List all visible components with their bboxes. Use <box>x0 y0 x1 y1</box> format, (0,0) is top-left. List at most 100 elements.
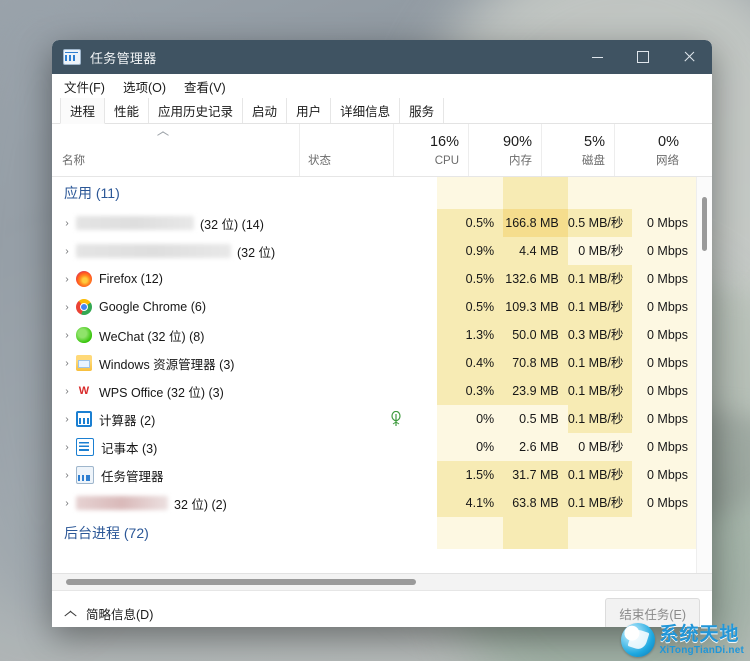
footer-bar: 简略信息(D) 结束任务(E) <box>52 590 712 627</box>
chevron-right-icon[interactable]: › <box>58 329 76 341</box>
process-group-background[interactable]: 后台进程 (72) <box>52 517 697 549</box>
table-row[interactable]: › Firefox (12) 0.5% 132.6 MB 0.1 MB/秒 0 Mbps <box>52 265 697 293</box>
minimize-button[interactable] <box>574 40 620 74</box>
network-cell: 0 Mbps <box>632 349 697 377</box>
table-row[interactable]: › 计算器 (2) 0% 0.5 MB 0.1 MB/秒 0 Mbps <box>52 405 697 433</box>
disk-total-percent: 5% <box>584 134 605 150</box>
close-button[interactable] <box>666 40 712 74</box>
maximize-icon <box>637 51 649 63</box>
process-name-label: 计算器 (2) <box>99 413 156 428</box>
table-row[interactable]: › Google Chrome (6) 0.5% 109.3 MB 0.1 MB/秒 0 … <box>52 293 697 321</box>
memory-total-percent: 90% <box>502 134 532 150</box>
vertical-scrollbar-thumb[interactable] <box>702 197 707 251</box>
process-name-cell[interactable]: › Google Chrome (6) <box>52 299 355 315</box>
tab-3[interactable]: 启动 <box>243 98 288 123</box>
vertical-scrollbar[interactable] <box>696 177 712 573</box>
table-row[interactable]: › W WPS Office (32 位) (3) 0.3% 23.9 MB 0.1 MB… <box>52 377 697 405</box>
cpu-cell: 1.5% <box>436 461 504 489</box>
process-name-cell[interactable]: › Windows 资源管理器 (3) <box>52 354 355 373</box>
process-name-label: WPS Office (32 位) (3) <box>99 385 224 400</box>
process-status-cell <box>355 410 437 427</box>
watermark-en: XiTongTianDi.net <box>659 644 744 656</box>
tab-1[interactable]: 性能 <box>105 98 150 123</box>
column-headers: 名称 状态 16% CPU 90% 内存 5% 磁盘 0% 网络 <box>52 124 712 177</box>
column-header-cpu[interactable]: 16% CPU <box>394 124 469 176</box>
disk-cell: 0.1 MB/秒 <box>567 349 633 377</box>
process-name-cell[interactable]: › 任务管理器 <box>52 466 355 485</box>
tab-4[interactable]: 用户 <box>287 98 332 123</box>
memory-cell: 0.5 MB <box>503 405 568 433</box>
network-cell: 0 Mbps <box>632 265 697 293</box>
column-label-disk: 磁盘 <box>582 154 605 167</box>
network-cell: 0 Mbps <box>632 489 697 517</box>
process-name-cell[interactable]: › (32 位) (14) <box>52 214 355 233</box>
chevron-right-icon[interactable]: › <box>58 273 76 285</box>
chevron-right-icon[interactable]: › <box>58 301 76 313</box>
column-label-network: 网络 <box>656 154 679 167</box>
chevron-right-icon[interactable]: › <box>58 217 76 229</box>
tab-label: 启动 <box>252 104 278 119</box>
notepad-icon <box>76 438 94 456</box>
chevron-right-icon[interactable]: › <box>58 497 76 509</box>
cpu-cell: 0.4% <box>436 349 504 377</box>
chevron-right-icon[interactable]: › <box>58 413 76 425</box>
table-row[interactable]: › (32 位) 0.9% 4.4 MB 0 MB/秒 0 Mbps <box>52 237 697 265</box>
chevron-up-icon[interactable] <box>64 609 76 617</box>
sort-ascending-icon <box>157 130 168 136</box>
column-header-memory[interactable]: 90% 内存 <box>469 124 542 176</box>
column-label-memory: 内存 <box>509 154 532 167</box>
network-cell: 0 Mbps <box>632 237 697 265</box>
column-header-network[interactable]: 0% 网络 <box>615 124 688 176</box>
chrome-center <box>80 303 88 311</box>
table-row[interactable]: › 记事本 (3) 0% 2.6 MB 0 MB/秒 0 Mbps <box>52 433 697 461</box>
chevron-right-icon[interactable]: › <box>58 469 76 481</box>
chevron-right-icon[interactable]: › <box>58 357 76 369</box>
process-name-cell[interactable]: › W WPS Office (32 位) (3) <box>52 382 355 401</box>
column-header-disk[interactable]: 5% 磁盘 <box>542 124 615 176</box>
fewer-details-button[interactable]: 简略信息(D) <box>86 604 153 623</box>
table-row[interactable]: › (32 位) (14) 0.5% 166.8 MB 0.5 MB/秒 0 Mbps <box>52 209 697 237</box>
wechat-icon <box>76 327 92 343</box>
cpu-cell: 0% <box>436 433 504 461</box>
disk-cell: 0.1 MB/秒 <box>567 377 633 405</box>
column-label-status: 状态 <box>308 154 331 167</box>
process-name-cell[interactable]: › Firefox (12) <box>52 271 355 287</box>
process-name-cell[interactable]: › 计算器 (2) <box>52 410 355 429</box>
process-name-label: (32 位) (14) <box>200 217 264 232</box>
process-name-cell[interactable]: › (32 位) <box>52 242 355 261</box>
process-name-label: WeChat (32 位) (8) <box>99 329 205 344</box>
maximize-button[interactable] <box>620 40 666 74</box>
horizontal-scrollbar[interactable] <box>52 573 712 590</box>
process-name-cell[interactable]: › WeChat (32 位) (8) <box>52 326 355 345</box>
menu-view[interactable]: 查看(V) <box>184 77 226 96</box>
disk-cell: 0.1 MB/秒 <box>567 293 633 321</box>
table-row[interactable]: › 任务管理器 1.5% 31.7 MB 0.1 MB/秒 0 Mbps <box>52 461 697 489</box>
wps-glyph: W <box>78 385 90 397</box>
column-header-name[interactable]: 名称 <box>52 124 300 176</box>
table-row[interactable]: › 32 位) (2) 4.1% 63.8 MB 0.1 MB/秒 0 Mbps <box>52 489 697 517</box>
process-name-cell[interactable]: › 32 位) (2) <box>52 494 355 513</box>
tab-6[interactable]: 服务 <box>400 98 445 123</box>
menu-file[interactable]: 文件(F) <box>64 77 105 96</box>
tab-2[interactable]: 应用历史记录 <box>149 98 244 123</box>
horizontal-scrollbar-thumb[interactable] <box>66 579 416 585</box>
tab-0[interactable]: 进程 <box>60 98 106 124</box>
column-header-status[interactable]: 状态 <box>300 124 394 176</box>
menu-options[interactable]: 选项(O) <box>123 77 166 96</box>
title-bar[interactable]: 任务管理器 <box>52 40 712 74</box>
process-name-label: Windows 资源管理器 (3) <box>99 357 235 372</box>
chevron-right-icon[interactable]: › <box>58 245 76 257</box>
group-memory-cell <box>503 517 568 549</box>
network-cell: 0 Mbps <box>632 377 697 405</box>
table-row[interactable]: › Windows 资源管理器 (3) 0.4% 70.8 MB 0.1 MB/秒 0 M… <box>52 349 697 377</box>
table-row[interactable]: › WeChat (32 位) (8) 1.3% 50.0 MB 0.3 MB/秒 0 M… <box>52 321 697 349</box>
tab-5[interactable]: 详细信息 <box>331 98 401 123</box>
process-name-cell[interactable]: › 记事本 (3) <box>52 438 355 457</box>
chevron-right-icon[interactable]: › <box>58 441 76 453</box>
process-group-apps[interactable]: 应用 (11) <box>52 177 697 209</box>
network-total-percent: 0% <box>658 134 679 150</box>
chevron-right-icon[interactable]: › <box>58 385 76 397</box>
column-label-name: 名称 <box>62 154 85 167</box>
group-network-cell <box>632 517 697 549</box>
group-memory-cell <box>503 177 568 209</box>
